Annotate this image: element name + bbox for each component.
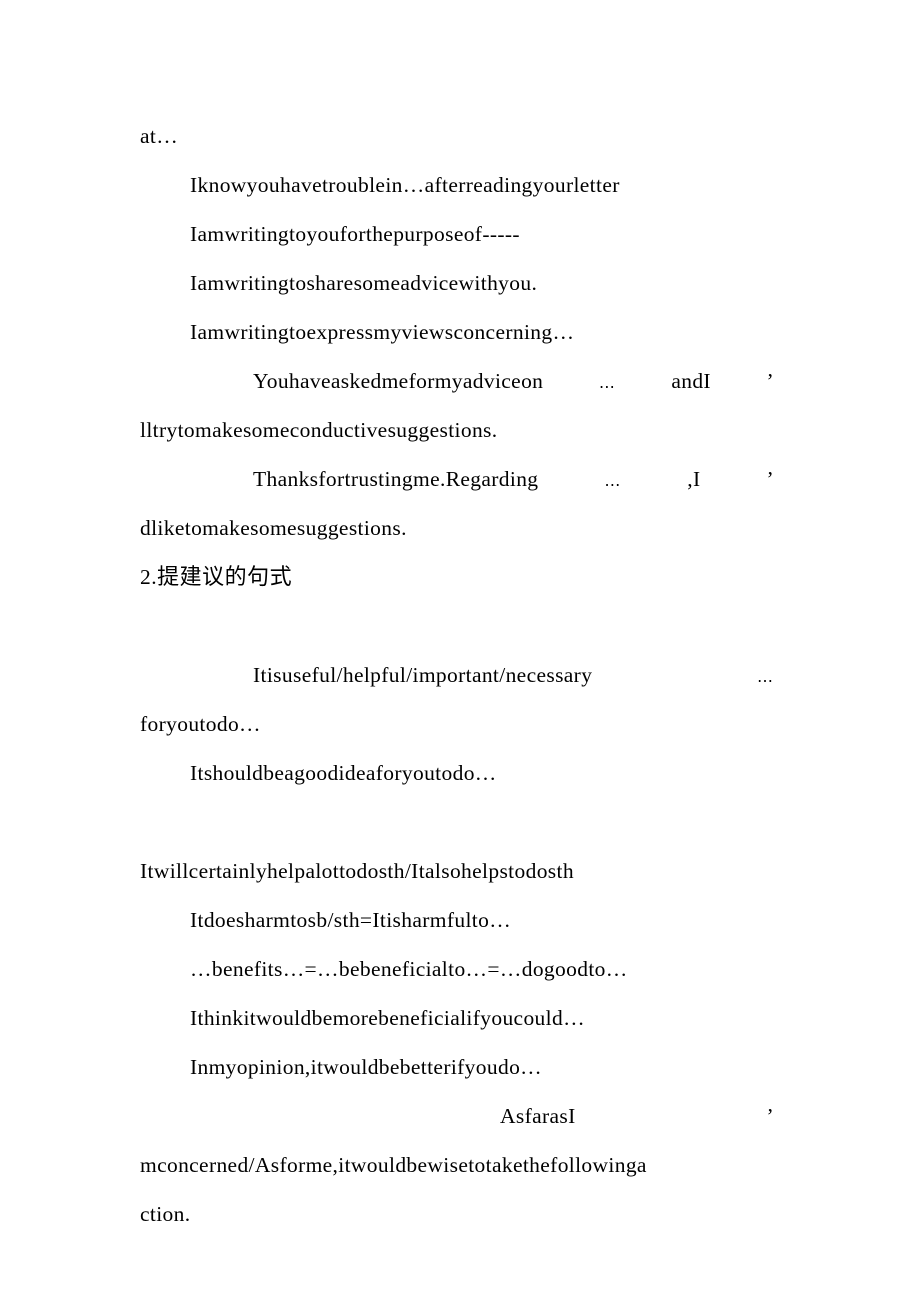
text-segment: AsfarasI	[500, 1104, 576, 1128]
section-heading-number: 2.	[140, 565, 158, 589]
text-segment: Thanksfortrustingme.Regarding	[253, 467, 539, 491]
text-line: Itshouldbeagoodideaforyoutodo…	[190, 761, 497, 785]
text-line: Iamwritingtoyouforthepurposeof-----	[190, 222, 520, 246]
text-line: mconcerned/Asforme,itwouldbewisetotaketh…	[140, 1153, 647, 1177]
text-line: dliketomakesomesuggestions.	[140, 516, 407, 540]
apostrophe-glyph: ’	[766, 1104, 774, 1128]
text-line-justified: Itisuseful/helpful/important/necessary …	[140, 651, 774, 700]
document-text-body: at… Iknowyouhavetroublein…afterreadingyo…	[140, 112, 774, 1239]
text-segment: andI	[671, 369, 711, 393]
section-heading-text: 提建议的句式	[157, 565, 293, 590]
text-line: ction.	[140, 1202, 191, 1226]
apostrophe-glyph: ’	[766, 467, 774, 491]
text-line: foryoutodo…	[140, 712, 261, 736]
text-line: Itwillcertainlyhelpalottodosth/Italsohel…	[140, 859, 574, 883]
ellipsis-glyph: …	[598, 373, 616, 392]
text-line: Iknowyouhavetroublein…afterreadingyourle…	[190, 173, 620, 197]
text-line: Iamwritingtosharesomeadvicewithyou.	[190, 271, 538, 295]
section-heading: 2.提建议的句式	[140, 553, 774, 602]
apostrophe-glyph: ’	[766, 369, 774, 393]
ellipsis-glyph: …	[757, 667, 774, 686]
text-line: Inmyopinion,itwouldbebetterifyoudo…	[190, 1055, 543, 1079]
text-line: Ithinkitwouldbemorebeneficialifyoucould…	[190, 1006, 585, 1030]
text-line: Itdoesharmtosb/sth=Itisharmfulto…	[190, 908, 512, 932]
text-line: …benefits…=…bebeneficialto…=…dogoodto…	[190, 957, 628, 981]
text-segment: Itisuseful/helpful/important/necessary	[253, 663, 593, 687]
text-line: Iamwritingtoexpressmyviewsconcerning…	[190, 320, 575, 344]
text-line-justified: Youhaveaskedmeformyadviceon … andI ’	[140, 357, 774, 406]
text-line-justified: AsfarasI ’	[140, 1092, 774, 1141]
text-line: lltrytomakesomeconductivesuggestions.	[140, 418, 498, 442]
document-page: at… Iknowyouhavetroublein…afterreadingyo…	[0, 0, 920, 1302]
text-line-justified: Thanksfortrustingme.Regarding … ,I ’	[140, 455, 774, 504]
text-segment: ,I	[687, 467, 701, 491]
text-segment: Youhaveaskedmeformyadviceon	[253, 369, 544, 393]
text-line: at…	[140, 124, 179, 148]
ellipsis-glyph: …	[604, 471, 622, 490]
